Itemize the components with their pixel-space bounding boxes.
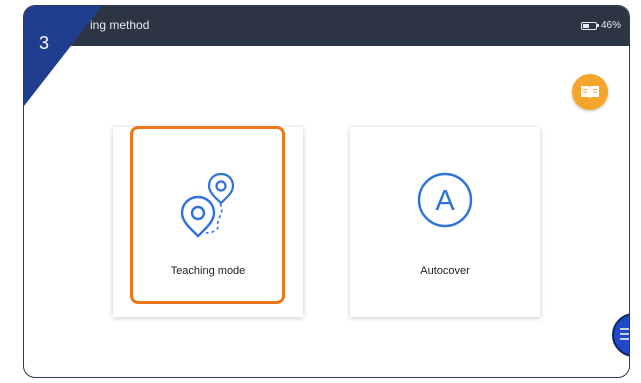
battery-level-fill (582, 23, 589, 28)
battery-percent: 46% (600, 20, 621, 31)
device-screen: ing method 46% Teaching mode A Autocover… (23, 5, 630, 378)
step-number: 3 (39, 33, 50, 53)
selection-highlight (130, 126, 285, 304)
menu-icon (620, 328, 629, 340)
autocover-label: Autocover (420, 265, 470, 277)
autocover-card[interactable]: A Autocover (350, 127, 540, 317)
battery-icon (580, 21, 599, 30)
letter-a-circle-icon: A (417, 172, 473, 228)
book-icon (581, 86, 599, 99)
battery-indicator: 46% (580, 20, 621, 31)
autocover-icon-letter: A (435, 185, 455, 217)
floating-menu-button[interactable] (612, 313, 629, 357)
top-bar: ing method 46% (24, 6, 629, 46)
step-badge (24, 6, 102, 106)
manual-button[interactable] (572, 74, 608, 110)
